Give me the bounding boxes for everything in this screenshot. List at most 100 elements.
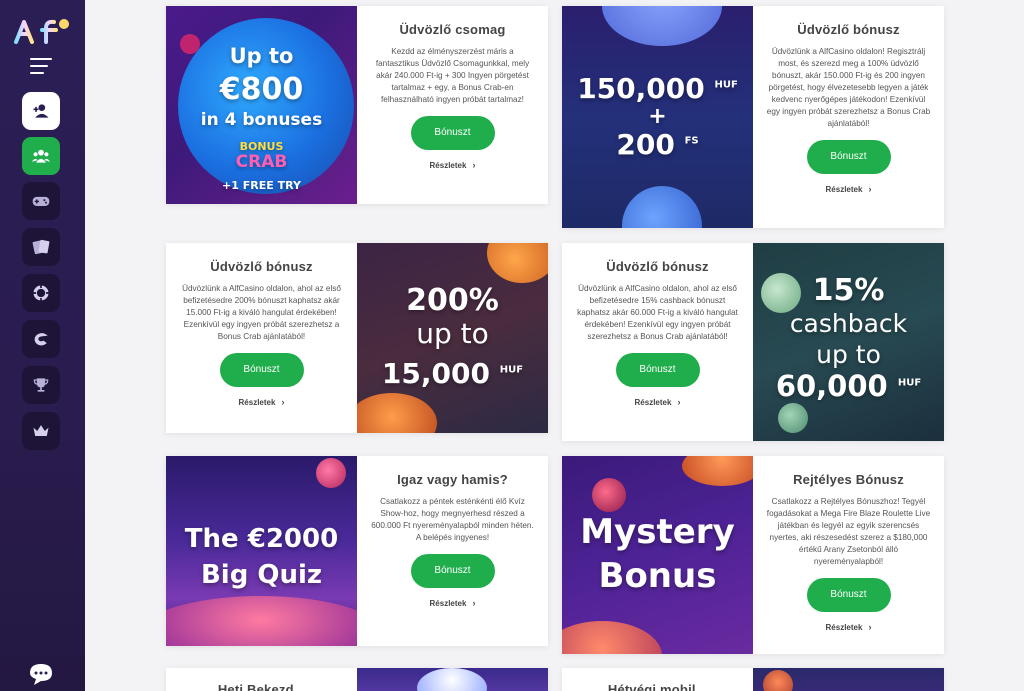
nav-table-games-button[interactable] (22, 228, 60, 266)
chevron-right-icon: › (868, 622, 872, 632)
promo-title: Üdvözlő bónusz (210, 259, 313, 274)
gamepad-icon (32, 196, 50, 206)
promo-title: Üdvözlő bónusz (797, 22, 900, 37)
promo-card-body: Igaz vagy hamis? Csatlakozz a péntek est… (357, 456, 548, 646)
banner-text: Up to (229, 44, 294, 68)
chat-icon (30, 664, 52, 685)
banner-text: up to (816, 340, 881, 369)
menu-line (30, 72, 44, 74)
banner-amount: 200 FS (562, 128, 753, 161)
banner-amount: 60,000 HUF (753, 369, 944, 403)
banner-amount: 150,000 HUF (562, 72, 753, 105)
details-link[interactable]: Részletek › (369, 160, 536, 170)
promo-banner-image[interactable]: Mystery Bonus (562, 456, 753, 654)
planet-graphic (763, 670, 793, 691)
chevron-right-icon: › (281, 397, 285, 407)
bonus-button[interactable]: Bónuszt (806, 140, 891, 174)
promo-description: Üdvözlünk a AlfCasino oldalon, ahol az e… (182, 284, 341, 341)
currency-label: HUF (714, 79, 738, 91)
promo-card-mystery-bonus: Mystery Bonus Rejtélyes Bónusz Csatlakoz… (562, 456, 944, 654)
details-link-label: Részletek (238, 398, 276, 407)
planet-graphic (487, 243, 548, 283)
details-link-label: Részletek (429, 161, 467, 170)
promo-banner-image[interactable] (357, 668, 548, 691)
promo-banner-image[interactable]: Up to €800 in 4 bonuses BONUS CRAB +1 FR… (166, 6, 357, 204)
planet-graphic (682, 456, 753, 486)
cards-icon (32, 239, 50, 255)
planet-graphic (357, 393, 437, 433)
banner-text: + (648, 104, 667, 129)
banner-text: in 4 bonuses (200, 110, 323, 130)
banner-amount-text: 60,000 (775, 369, 888, 403)
promo-description: Csatlakozz a péntek esténkénti élő Kvíz … (371, 497, 534, 542)
banner-text: The €2000 (184, 524, 339, 554)
promo-description: Üdvözlünk a AlfCasino oldalon! Regisztrá… (766, 47, 931, 128)
chevron-right-icon: › (677, 397, 681, 407)
promo-card-partial-left: Heti Bekezd... (166, 668, 548, 691)
banner-text: up to (416, 317, 489, 350)
promo-banner-image[interactable]: 150,000 HUF + 200 FS (562, 6, 753, 228)
nav-tournaments-button[interactable] (22, 366, 60, 404)
promo-banner-image[interactable]: 15% cashback up to 60,000 HUF (753, 243, 944, 441)
details-link[interactable]: Részletek › (178, 397, 345, 407)
bonus-button[interactable]: Bónuszt (219, 353, 304, 387)
promo-banner-image[interactable]: The €2000 Big Quiz (166, 456, 357, 646)
banner-text: Big Quiz (200, 560, 323, 590)
promo-banner-image[interactable]: 200% up to 15,000 HUF (357, 243, 548, 433)
nav-games-button[interactable] (22, 182, 60, 220)
currency-label: HUF (499, 364, 524, 376)
promo-card-big-quiz: The €2000 Big Quiz Igaz vagy hamis? Csat… (166, 456, 548, 646)
banner-amount: €800 (219, 72, 304, 107)
details-link[interactable]: Részletek › (765, 184, 932, 194)
nav-live-casino-button[interactable] (22, 274, 60, 312)
promo-card-welcome-bonus-2: Üdvözlő bónusz Üdvözlünk a AlfCasino old… (166, 243, 548, 433)
promo-title: Igaz vagy hamis? (397, 472, 508, 487)
promo-card-body: Rejtélyes Bónusz Csatlakozz a Rejtélyes … (753, 456, 944, 654)
bonus-button[interactable]: Bónuszt (615, 353, 700, 387)
promo-card-welcome-bonus-3: Üdvözlő bónusz Üdvözlünk a AlfCasino old… (562, 243, 944, 441)
nav-promotions-button[interactable] (22, 137, 60, 175)
promo-card-body: Üdvözlő bónusz Üdvözlünk a AlfCasino old… (753, 6, 944, 228)
bonus-button[interactable]: Bónuszt (410, 116, 495, 150)
banner-text: +1 FREE TRY (222, 179, 301, 192)
alf-logo[interactable] (12, 16, 72, 46)
details-link[interactable]: Részletek › (574, 397, 741, 407)
details-link-label: Részletek (429, 599, 467, 608)
banner-amount-text: 15,000 (381, 357, 490, 390)
details-link[interactable]: Részletek › (765, 622, 932, 632)
trophy-icon (33, 378, 49, 392)
menu-line (30, 65, 48, 67)
planet-graphic (166, 596, 357, 646)
crab-icon (34, 333, 48, 346)
bonus-button[interactable]: Bónuszt (806, 578, 891, 612)
promo-card-body: Heti Bekezd... (166, 668, 357, 691)
banner-amount: 15% (812, 273, 885, 308)
chat-button[interactable] (28, 662, 54, 686)
promo-card-body: Üdvözlő bónusz Üdvözlünk a AlfCasino old… (166, 243, 357, 433)
nav-register-button[interactable] (22, 92, 60, 130)
promo-card-body: Üdvözlő csomag Kezdd az élményszerzést m… (357, 6, 548, 204)
promo-title: Hétvégi mobil... (607, 682, 708, 691)
promo-card-body: Hétvégi mobil... (562, 668, 753, 691)
free-spins-label: FS (684, 135, 699, 147)
banner-amount-text: 200 (616, 128, 675, 161)
banner-text: cashback (789, 309, 908, 338)
sidebar (0, 0, 85, 691)
promo-description: Kezdd az élményszerzést máris a fantaszt… (375, 47, 530, 104)
details-link-label: Részletek (634, 398, 672, 407)
chevron-right-icon: › (868, 184, 872, 194)
bonus-button[interactable]: Bónuszt (410, 554, 495, 588)
planet-graphic (417, 668, 487, 691)
promo-description: Csatlakozz a Rejtélyes Bónuszhoz! Tegyél… (766, 497, 931, 566)
promo-card-body: Üdvözlő bónusz Üdvözlünk a AlfCasino old… (562, 243, 753, 441)
menu-line (30, 58, 52, 60)
planet-graphic (592, 478, 626, 512)
promo-title: Heti Bekezd... (217, 682, 306, 691)
planet-graphic (316, 458, 346, 488)
details-link[interactable]: Részletek › (369, 598, 536, 608)
nav-bonus-crab-button[interactable] (22, 320, 60, 358)
nav-vip-button[interactable] (22, 412, 60, 450)
banner-amount: 200% (406, 283, 499, 318)
menu-toggle-button[interactable] (30, 58, 54, 78)
promo-banner-image[interactable] (753, 668, 944, 691)
